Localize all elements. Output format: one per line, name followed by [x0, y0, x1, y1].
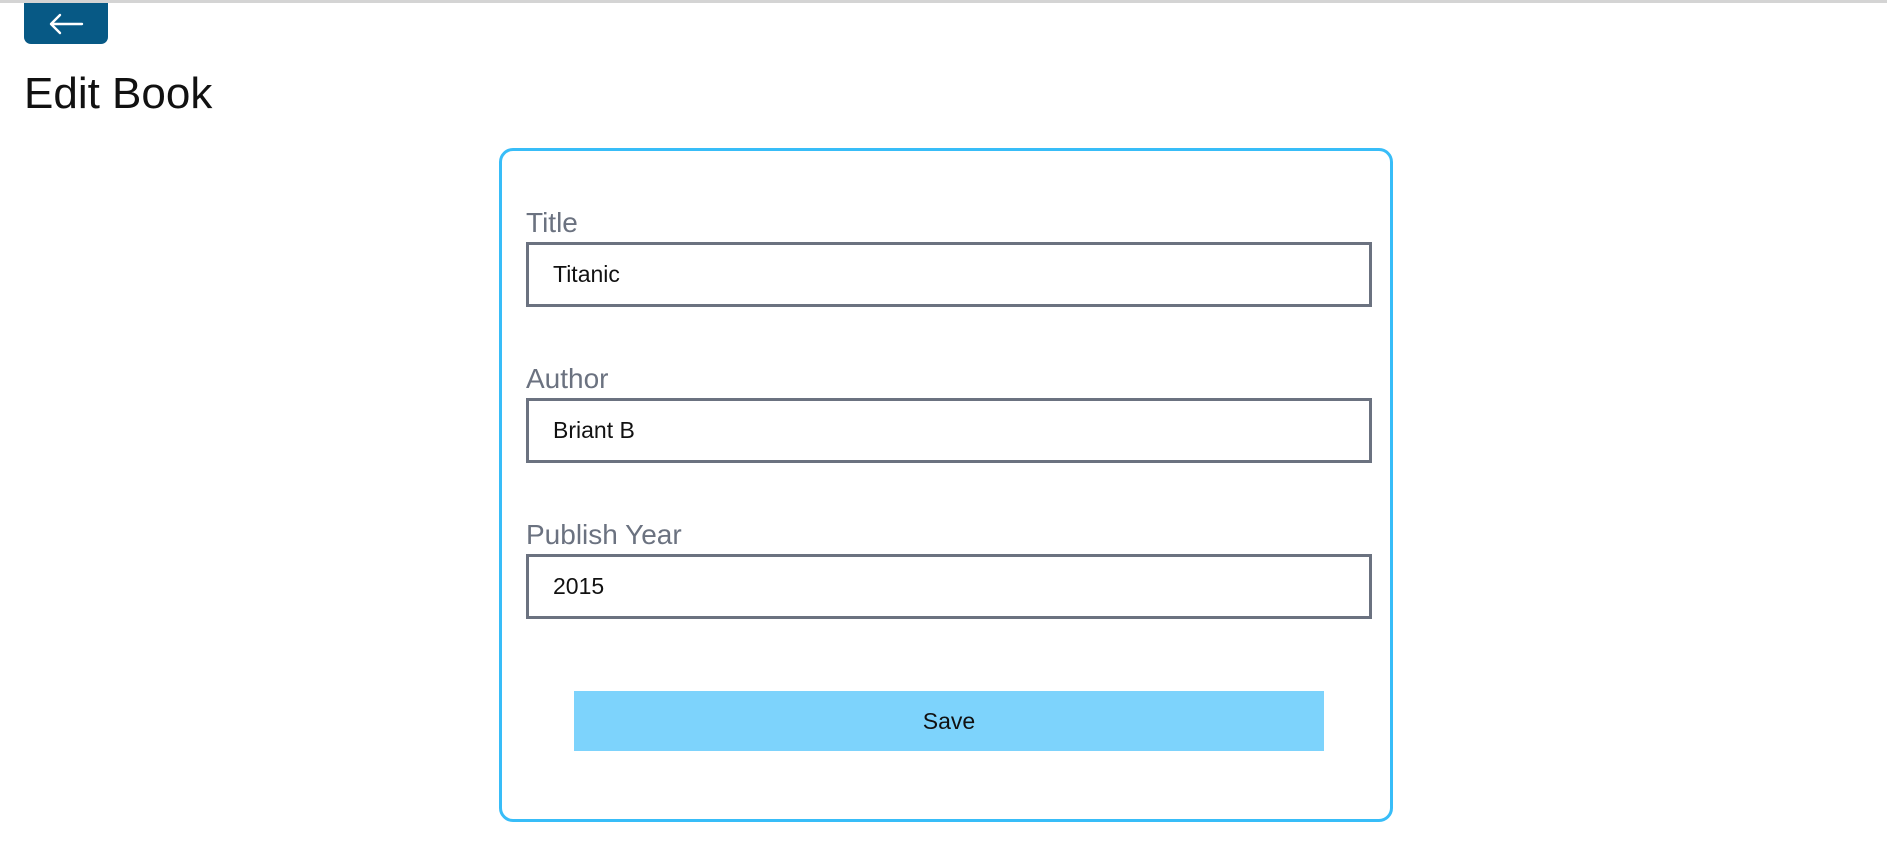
edit-book-form: Title Author Publish Year Save [499, 148, 1393, 822]
title-label: Title [526, 207, 578, 238]
back-button[interactable] [24, 3, 108, 44]
save-button[interactable]: Save [574, 691, 1324, 751]
page-title: Edit Book [24, 69, 213, 118]
title-input[interactable] [526, 242, 1372, 307]
top-divider [0, 0, 1887, 3]
author-label: Author [526, 363, 609, 394]
publish-year-input[interactable] [526, 554, 1372, 619]
author-input[interactable] [526, 398, 1372, 463]
arrow-left-icon [49, 13, 84, 34]
publish-year-label: Publish Year [526, 519, 682, 550]
